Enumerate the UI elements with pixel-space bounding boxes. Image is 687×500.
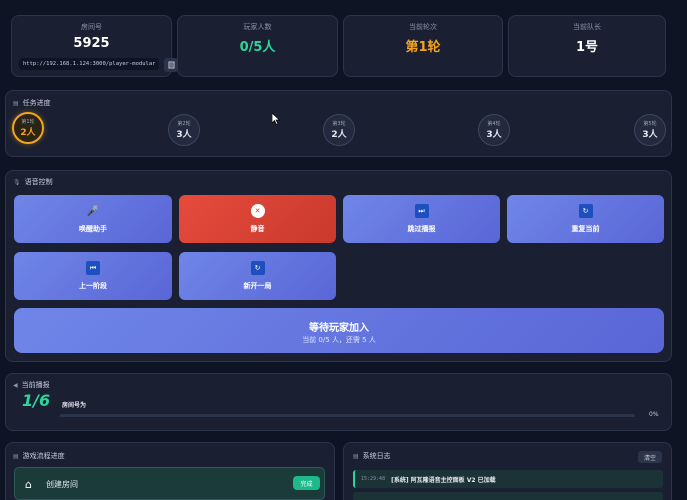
wake-assistant-button[interactable]: 🎤 唤醒助手 [14, 195, 172, 243]
playback-panel [5, 373, 672, 431]
status-badge: 完成 [293, 476, 320, 490]
round-label: 第4轮 [487, 121, 501, 127]
stat-card-room: 房间号 5925 http://192.168.1.124:3000/playe… [11, 15, 178, 77]
round-label: 第5轮 [643, 121, 657, 127]
mute-icon: ✕ [250, 204, 265, 218]
list-icon: ▤ [13, 99, 19, 107]
round-count: 3人 [486, 130, 502, 140]
round-4[interactable]: 第4轮 3人 [478, 114, 510, 146]
log-time: 15:29:48 [361, 476, 386, 482]
stat-card-captain: 当前队长 1号 [508, 15, 666, 77]
copy-icon [168, 61, 174, 69]
room-number: 5925 [73, 36, 110, 51]
list-icon: ▤ [13, 452, 19, 460]
button-label: 静音 [250, 225, 265, 233]
round-1[interactable]: 第1轮 2人 [12, 112, 44, 144]
flow-item-label: 创建房间 [46, 480, 78, 489]
microphone-icon: 🎤 [86, 205, 100, 217]
round-label: 第3轮 [332, 121, 346, 127]
home-icon: ⌂ [25, 478, 32, 491]
button-label: 唤醒助手 [79, 225, 107, 233]
log-title-text: 系统日志 [362, 452, 391, 460]
playback-percent: 0% [649, 411, 659, 418]
new-game-icon: ↻ [250, 261, 265, 275]
repeat-icon: ↻ [578, 204, 593, 218]
room-label: 房间号 [81, 23, 102, 31]
captain-value: 1号 [575, 40, 599, 55]
round-count: 3人 [642, 130, 658, 140]
flow-title-text: 游戏流程进度 [22, 452, 65, 460]
flow-title: ▤ 游戏流程进度 [13, 451, 65, 461]
round-3[interactable]: 第3轮 2人 [323, 114, 355, 146]
log-text: [系统] 阿瓦隆语音主控面板 V2 已加载 [391, 476, 496, 484]
copy-url-button[interactable] [164, 58, 178, 72]
round-count: 3人 [176, 130, 192, 140]
mic-small-icon: 🎙 [13, 178, 21, 186]
button-label: 重复当前 [571, 225, 600, 233]
round-count: 2人 [20, 128, 36, 138]
stat-card-round: 当前轮次 第1轮 [343, 15, 503, 77]
waiting-players-button[interactable]: 等待玩家加入 当前 0/5 人，还需 5 人 [14, 308, 664, 353]
players-label: 玩家人数 [243, 23, 272, 31]
playback-step: 1/6 [22, 391, 51, 410]
log-title: ▤ 系统日志 [353, 451, 391, 461]
round-5[interactable]: 第5轮 3人 [634, 114, 666, 146]
button-label: 跳过播报 [407, 225, 436, 233]
clear-log-button[interactable]: 清空 [638, 451, 662, 463]
log-icon: ▤ [353, 452, 359, 460]
skip-announcement-button[interactable]: ⏭ 跳过播报 [343, 195, 500, 243]
voice-title: 🎙 语音控制 [13, 177, 53, 187]
playback-text: 房间号为 [62, 402, 87, 409]
mission-title: ▤ 任务进度 [13, 98, 51, 108]
playback-title-text: 当前播报 [21, 381, 50, 389]
skip-icon: ⏭ [414, 204, 429, 218]
cursor-icon [272, 113, 280, 125]
voice-title-text: 语音控制 [24, 178, 53, 186]
previous-stage-button[interactable]: ⏮ 上一阶段 [14, 252, 172, 300]
round-label: 当前轮次 [409, 23, 437, 31]
new-game-button[interactable]: ↻ 新开一局 [179, 252, 336, 300]
log-entry: 15:29:48 [系统] 阿瓦隆语音主控面板 V2 已加载 [353, 470, 663, 488]
repeat-current-button[interactable]: ↻ 重复当前 [507, 195, 664, 243]
playback-progress-bar [60, 414, 635, 417]
waiting-subtitle: 当前 0/5 人，还需 5 人 [302, 336, 376, 344]
button-label: 上一阶段 [79, 282, 107, 290]
stat-card-players: 玩家人数 0/5人 [177, 15, 338, 77]
mute-button[interactable]: ✕ 静音 [179, 195, 336, 243]
waiting-title: 等待玩家加入 [309, 323, 369, 334]
log-entry [353, 492, 663, 500]
round-label: 第2轮 [177, 121, 191, 127]
previous-icon: ⏮ [86, 261, 100, 275]
speaker-icon: ◀ [13, 381, 18, 389]
player-url[interactable]: http://192.168.1.124:3000/player-modular [19, 58, 159, 70]
captain-label: 当前队长 [573, 23, 601, 31]
round-count: 2人 [331, 130, 347, 140]
button-label: 新开一局 [243, 282, 272, 290]
round-2[interactable]: 第2轮 3人 [168, 114, 200, 146]
round-label: 第1轮 [21, 119, 35, 125]
flow-item-create-room: ⌂ 创建房间 完成 [14, 467, 325, 500]
mission-title-text: 任务进度 [22, 99, 51, 107]
playback-title: ◀ 当前播报 [13, 380, 50, 390]
round-value: 第1轮 [405, 40, 441, 55]
players-count: 0/5人 [239, 40, 276, 55]
